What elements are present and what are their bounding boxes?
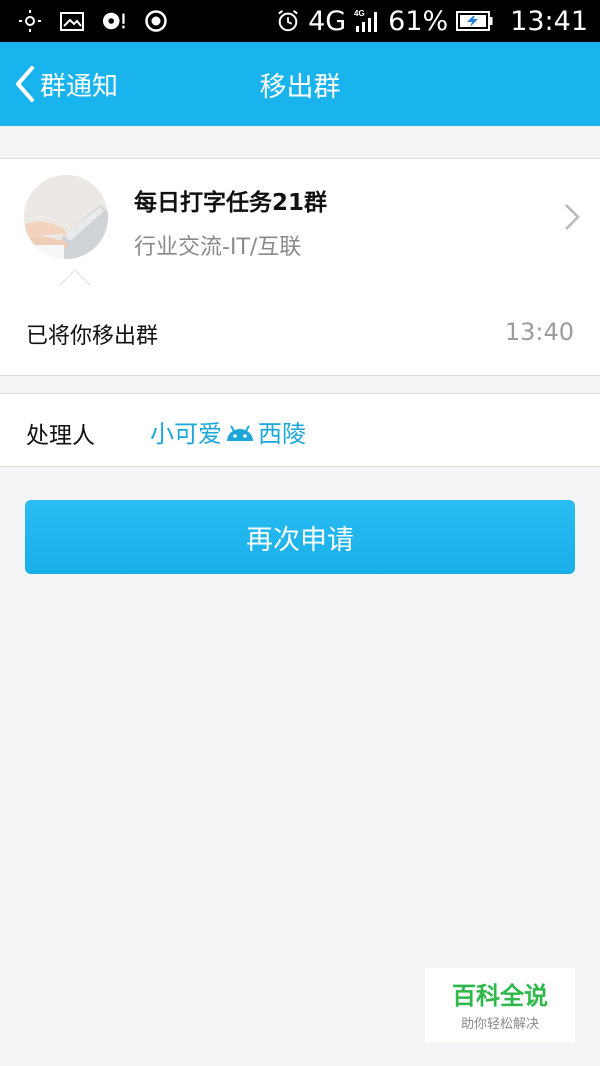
reapply-button[interactable]: 再次申请 [25, 500, 575, 574]
title-bar: 群通知 移出群 [0, 42, 600, 126]
watermark-title: 百科全说 [452, 982, 548, 1010]
watermark-subtitle: 助你轻松解决 [460, 1017, 539, 1032]
back-label: 群通知 [40, 71, 119, 102]
android-icon [224, 421, 256, 443]
alarm-icon [276, 9, 300, 33]
handler-row: 处理人 小可爱 西陵 [0, 393, 600, 467]
group-card[interactable]: 每日打字任务21群 行业交流-IT/互联 [0, 158, 600, 291]
message-time: 13:40 [504, 318, 574, 346]
status-time: 13:41 [510, 5, 588, 37]
handler-name-part2: 西陵 [258, 420, 306, 448]
message-text: 已将你移出群 [26, 324, 159, 349]
network-type: 4G [308, 5, 347, 37]
message-row: 已将你移出群 13:40 [0, 290, 600, 376]
back-button[interactable]: 群通知 [12, 42, 118, 126]
status-bar-right: 4G 4G 61% 13:41 [276, 6, 588, 37]
svg-text:4G: 4G [354, 9, 365, 18]
battery-percent: 61% [388, 5, 449, 37]
handler-name-part1: 小可爱 [150, 420, 222, 448]
status-bar-left [18, 9, 168, 33]
brightness-icon [18, 9, 42, 33]
record-icon [144, 9, 168, 33]
group-name: 每日打字任务21群 [134, 190, 328, 216]
group-category: 行业交流-IT/互联 [134, 235, 302, 260]
chevron-left-icon [12, 64, 38, 104]
status-bar: 4G 4G 61% 13:41 [0, 0, 600, 42]
watermark: 百科全说 助你轻松解决 [425, 968, 575, 1042]
battery-charging-icon [456, 9, 494, 33]
signal-icon: 4G [354, 9, 380, 33]
disc-icon [102, 9, 126, 33]
photo-icon [60, 9, 84, 33]
handler-name-link[interactable]: 小可爱 西陵 [150, 414, 306, 449]
chevron-right-icon [564, 203, 580, 235]
handler-label: 处理人 [26, 423, 95, 449]
group-avatar [24, 175, 108, 259]
